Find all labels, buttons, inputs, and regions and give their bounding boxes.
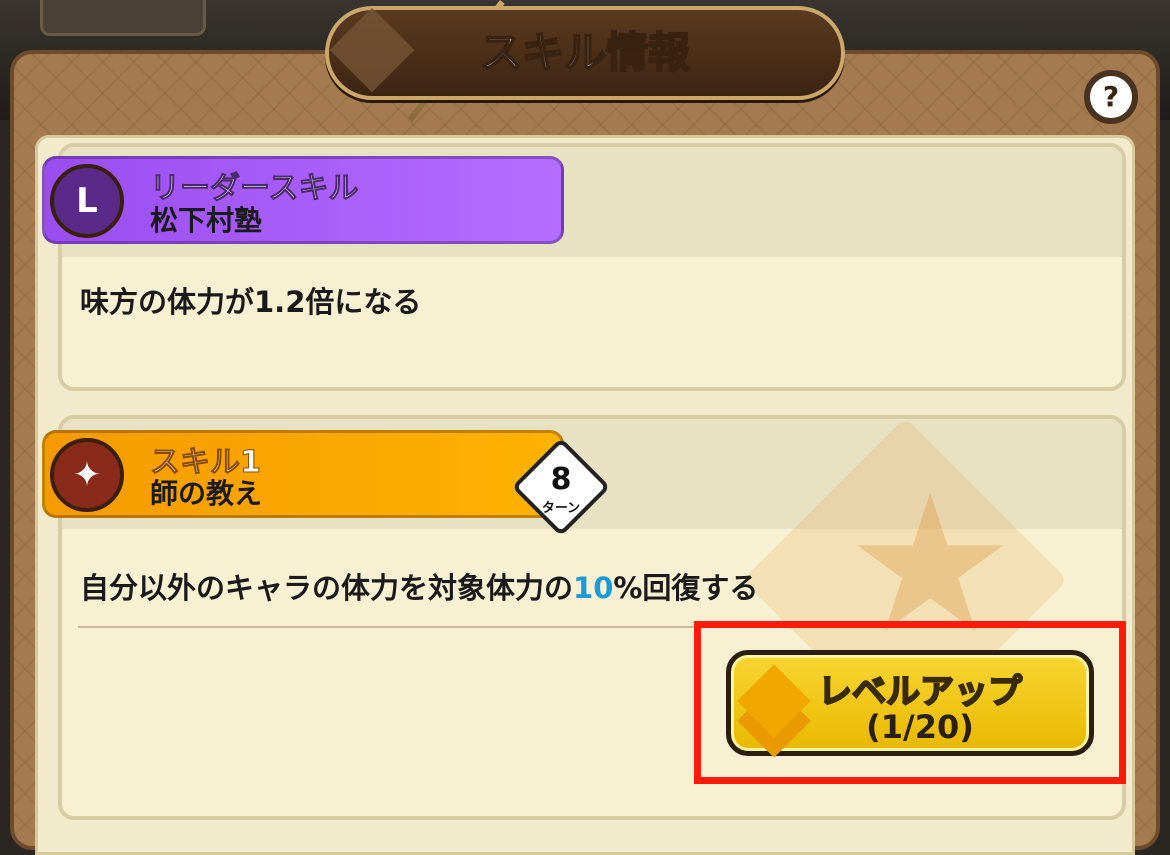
question-icon: ?	[1102, 80, 1120, 113]
leader-skill-description: 味方の体力が1.2倍になる	[80, 285, 422, 319]
leader-skill-name: 松下村塾	[150, 204, 263, 237]
skill1-description-post: %回復する	[613, 571, 759, 605]
skill1-burst-icon: ✦	[50, 438, 124, 512]
turn-count: 8	[550, 462, 572, 497]
level-up-highlight-box	[694, 621, 1126, 784]
help-button[interactable]: ?	[1084, 70, 1138, 124]
background-tab	[40, 0, 206, 36]
skill1-description-value: 10	[573, 571, 614, 605]
leader-skill-scroll-icon: L	[50, 164, 124, 238]
skill1-description: 自分以外のキャラの体力を対象体力の10%回復する	[80, 565, 758, 607]
turn-unit: ターン	[541, 501, 581, 516]
dialog-title: スキル情報	[479, 27, 691, 78]
skill1-description-pre: 自分以外のキャラの体力を対象体力の	[80, 571, 574, 605]
skill1-name: 師の教え	[150, 477, 263, 510]
